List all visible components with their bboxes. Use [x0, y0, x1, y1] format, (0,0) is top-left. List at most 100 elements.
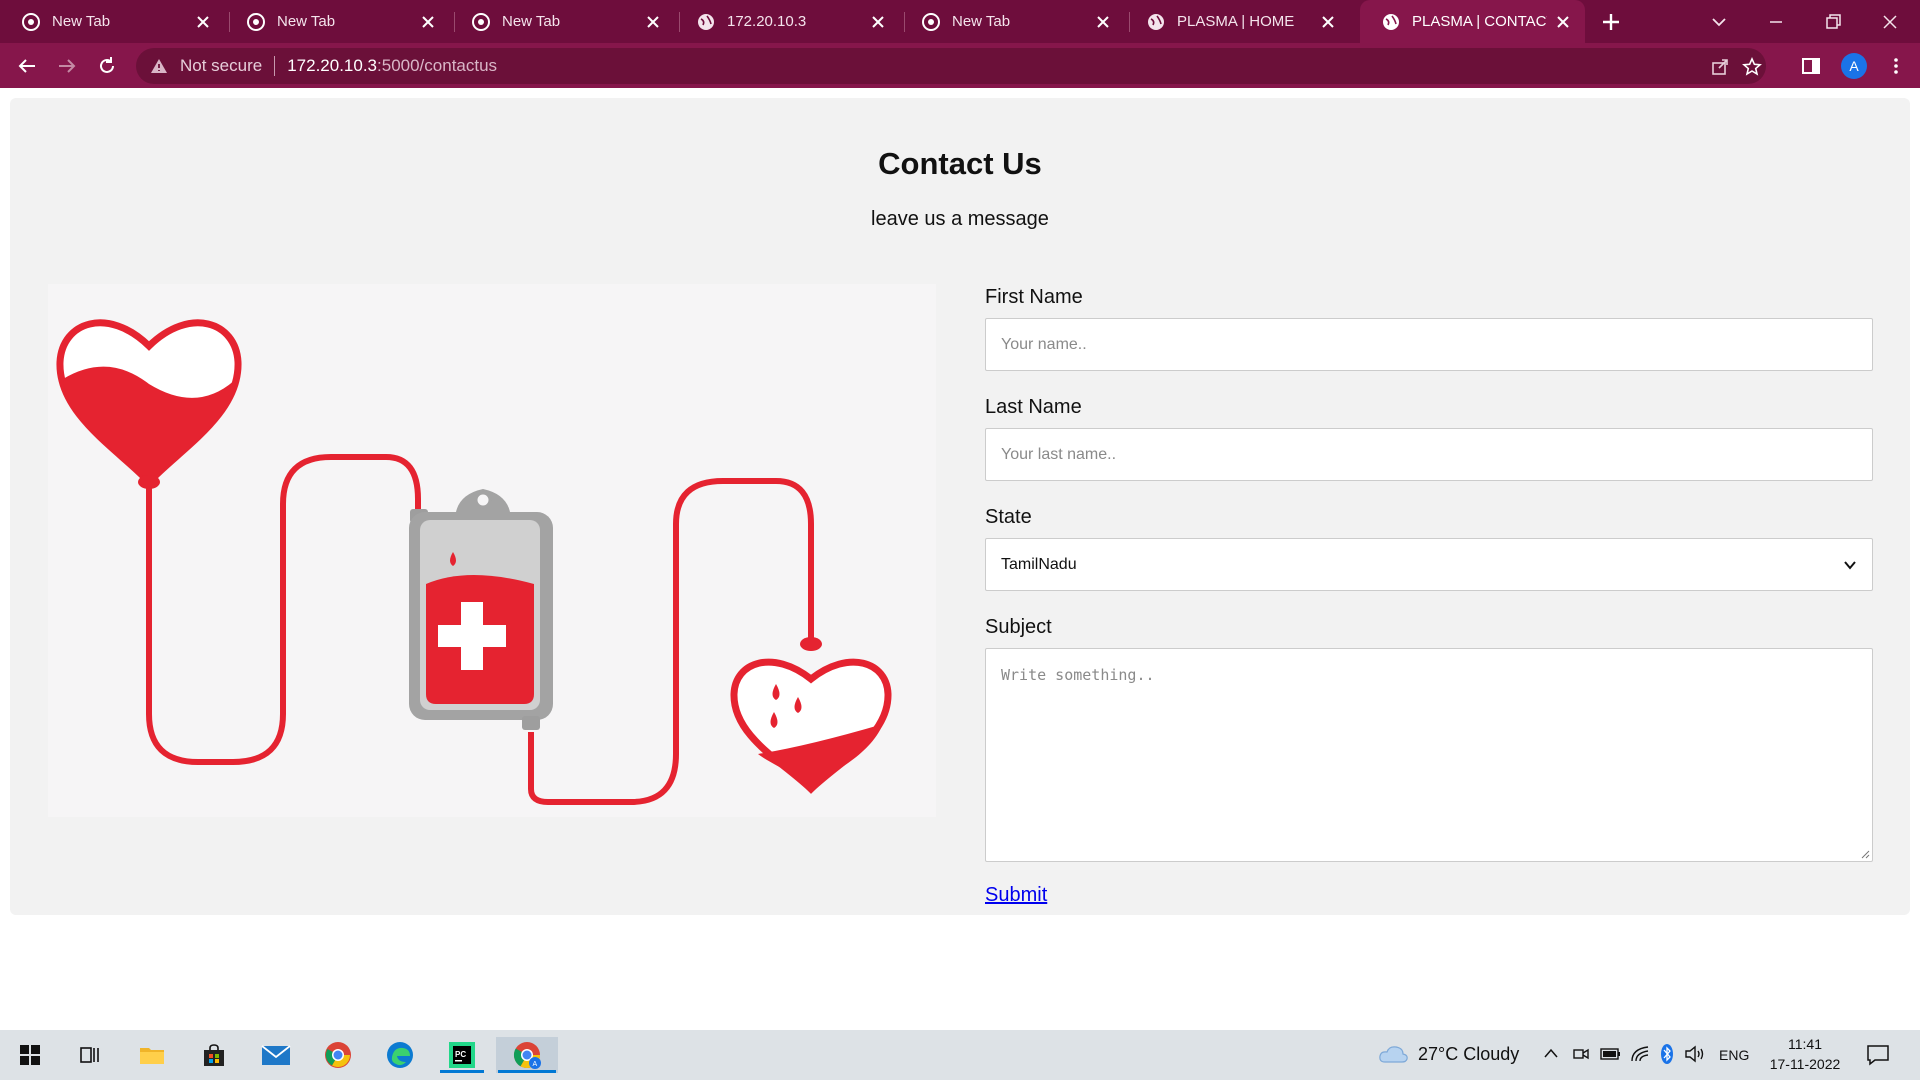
back-button[interactable] — [14, 53, 40, 79]
resize-handle-icon[interactable] — [1860, 849, 1870, 859]
chevron-up-icon[interactable] — [1543, 1046, 1559, 1062]
close-icon[interactable] — [420, 14, 436, 30]
close-icon[interactable] — [1095, 14, 1111, 30]
last-name-input[interactable]: Your last name.. — [985, 428, 1873, 481]
wifi-icon[interactable] — [1630, 1045, 1650, 1063]
forward-button[interactable] — [54, 53, 80, 79]
weather-text[interactable]: 27°C Cloudy — [1418, 1044, 1519, 1065]
new-tab-plus-icon[interactable] — [1599, 10, 1623, 34]
edge-icon — [387, 1042, 413, 1068]
omnibox-divider — [274, 56, 276, 76]
bag-hole — [474, 491, 492, 509]
close-icon[interactable] — [1320, 14, 1336, 30]
svg-text:PC: PC — [455, 1050, 466, 1059]
minimize-icon[interactable] — [1764, 10, 1788, 34]
bookmark-star-icon[interactable] — [1742, 57, 1762, 77]
language-indicator[interactable]: ENG — [1719, 1047, 1749, 1063]
chrome-icon — [922, 12, 940, 31]
tab-title: PLASMA | HOME — [1177, 13, 1295, 30]
svg-text:A: A — [533, 1061, 538, 1068]
profile-avatar[interactable]: A — [1841, 53, 1867, 79]
speaker-icon[interactable] — [1684, 1045, 1706, 1063]
blood-donation-illustration — [48, 284, 936, 817]
store-button[interactable] — [190, 1037, 238, 1073]
clock[interactable]: 11:41 17-11-2022 — [1760, 1034, 1850, 1074]
state-selected-value: TamilNadu — [1001, 555, 1077, 573]
tab-title: New Tab — [952, 13, 1011, 30]
subject-label: Subject — [985, 616, 1052, 638]
bag-port — [522, 716, 540, 730]
task-view-button[interactable] — [66, 1037, 114, 1073]
subject-textarea[interactable]: Write something.. — [985, 648, 1873, 862]
close-icon[interactable] — [645, 14, 661, 30]
chrome-icon — [22, 12, 40, 31]
chrome-icon — [325, 1042, 351, 1068]
submit-link[interactable]: Submit — [985, 884, 1047, 907]
security-label[interactable]: Not secure — [180, 56, 262, 76]
contact-card: Contact Us leave us a message First Name… — [10, 98, 1910, 915]
plus-icon — [438, 625, 506, 647]
store-bag-icon — [204, 1044, 224, 1066]
restore-icon[interactable] — [1821, 10, 1845, 34]
chrome-taskbar-button[interactable] — [314, 1037, 362, 1073]
clock-time: 11:41 — [1788, 1036, 1822, 1052]
mail-icon — [261, 1045, 291, 1065]
first-name-label: First Name — [985, 286, 1083, 308]
browser-tab[interactable]: 172.20.10.3 — [675, 0, 900, 43]
folder-icon — [140, 1048, 164, 1064]
start-button[interactable] — [6, 1037, 54, 1073]
browser-tab[interactable]: New Tab — [225, 0, 450, 43]
mail-button[interactable] — [252, 1037, 300, 1073]
tube — [146, 454, 421, 765]
browser-tab[interactable]: New Tab — [900, 0, 1125, 43]
address-bar[interactable]: Not secure 172.20.10.3:5000/contactus — [136, 48, 1766, 84]
close-icon[interactable] — [1555, 14, 1571, 30]
meet-now-icon[interactable] — [1572, 1045, 1590, 1063]
tab-title: 172.20.10.3 — [727, 13, 807, 30]
chrome-profile-button[interactable]: A — [496, 1037, 558, 1073]
globe-icon — [1383, 13, 1399, 30]
url-path[interactable]: :5000/contactus — [377, 56, 497, 76]
first-name-input[interactable]: Your name.. — [985, 318, 1873, 371]
heart-connector — [138, 475, 160, 489]
browser-tab-active[interactable]: PLASMA | CONTACT US — [1360, 0, 1585, 43]
running-indicator — [498, 1070, 556, 1073]
bluetooth-icon[interactable] — [1660, 1043, 1674, 1065]
page-title: Contact Us — [878, 146, 1042, 181]
tab-title: PLASMA | CONTACT US — [1412, 13, 1547, 30]
state-select[interactable]: TamilNadu — [985, 538, 1873, 591]
tab-search-chevron-icon[interactable] — [1707, 10, 1731, 34]
browser-tab[interactable]: New Tab — [0, 0, 225, 43]
reload-icon — [100, 57, 114, 73]
reload-button[interactable] — [94, 53, 120, 79]
browser-tab[interactable]: PLASMA | HOME — [1125, 0, 1350, 43]
running-indicator — [440, 1070, 484, 1073]
pycharm-button[interactable]: PC — [438, 1037, 486, 1073]
browser-toolbar: Not secure 172.20.10.3:5000/contactus A — [0, 43, 1920, 88]
browser-tab[interactable]: New Tab — [450, 0, 675, 43]
edge-button[interactable] — [376, 1037, 424, 1073]
chrome-profile-icon: A — [513, 1042, 541, 1069]
more-menu-icon[interactable] — [1886, 56, 1906, 76]
pycharm-icon: PC — [449, 1042, 475, 1068]
globe-icon — [1148, 13, 1164, 30]
share-icon[interactable] — [1710, 57, 1730, 77]
close-icon[interactable] — [195, 14, 211, 30]
chevron-down-icon — [1844, 560, 1856, 570]
page-subtitle: leave us a message — [871, 208, 1049, 230]
notification-icon[interactable] — [1866, 1044, 1890, 1066]
heart-connector — [800, 637, 822, 651]
globe-icon — [698, 13, 714, 30]
tab-title: New Tab — [52, 13, 111, 30]
subject-placeholder: Write something.. — [1001, 666, 1155, 684]
warning-triangle-icon[interactable] — [150, 57, 168, 75]
side-panel-icon[interactable] — [1801, 56, 1821, 76]
close-window-icon[interactable] — [1878, 10, 1902, 34]
battery-icon[interactable] — [1600, 1045, 1622, 1063]
file-explorer-button[interactable] — [128, 1037, 176, 1073]
url-host[interactable]: 172.20.10.3 — [287, 56, 377, 76]
cloud-weather-icon[interactable] — [1378, 1044, 1408, 1066]
tab-title: New Tab — [277, 13, 336, 30]
close-icon[interactable] — [870, 14, 886, 30]
tab-title: New Tab — [502, 13, 561, 30]
